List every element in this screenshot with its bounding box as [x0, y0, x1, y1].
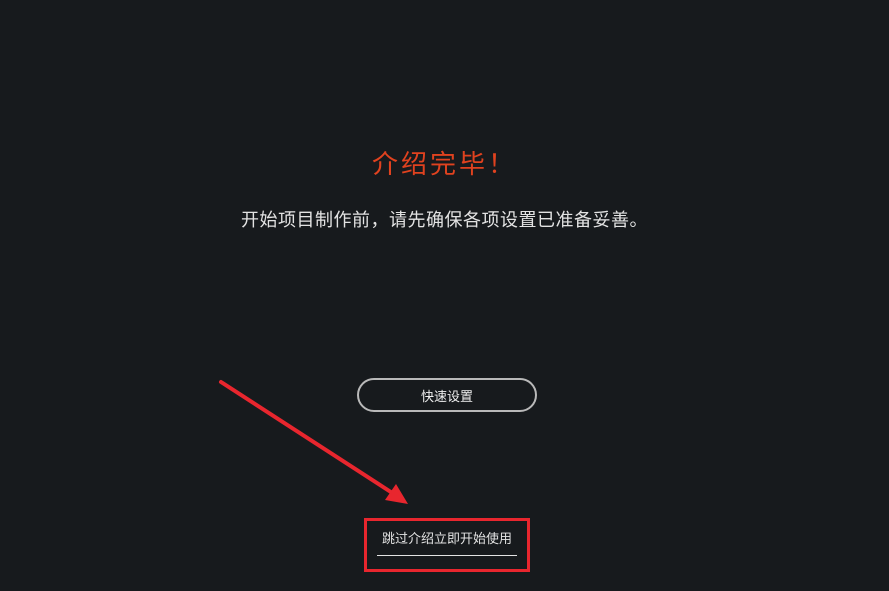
annotation-arrow [219, 380, 408, 504]
page-title: 介绍完毕！ [371, 150, 517, 180]
annotation-arrow-head [385, 484, 408, 504]
quick-setup-button[interactable]: 快速设置 [357, 378, 537, 412]
page-subtitle: 开始项目制作前，请先确保各项设置已准备妥善。 [241, 210, 648, 231]
intro-complete-page: 介绍完毕！ 开始项目制作前，请先确保各项设置已准备妥善。 快速设置 跳过介绍立即… [0, 0, 889, 591]
skip-intro-link[interactable]: 跳过介绍立即开始使用 [377, 530, 517, 556]
